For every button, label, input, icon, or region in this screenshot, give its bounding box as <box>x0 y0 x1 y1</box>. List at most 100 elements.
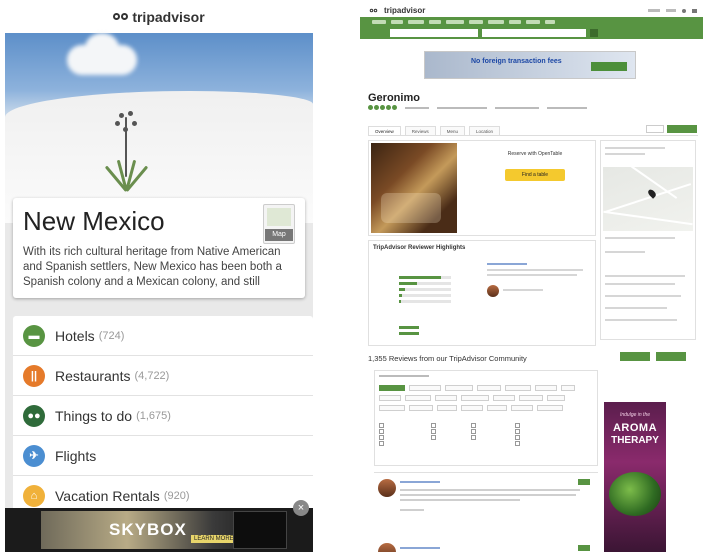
review-title[interactable] <box>400 481 440 483</box>
desktop-logo-text[interactable]: tripadvisor <box>384 6 425 15</box>
map-button[interactable]: Map <box>263 204 295 244</box>
save-button[interactable] <box>646 125 664 133</box>
filter-checkbox[interactable] <box>515 435 522 440</box>
filter-chip[interactable] <box>405 395 431 401</box>
filter-chip[interactable] <box>547 395 565 401</box>
category-restaurants[interactable]: || Restaurants (4,722) <box>13 356 313 396</box>
nav-item[interactable] <box>526 20 540 24</box>
tab-reviews[interactable]: Reviews <box>404 126 436 135</box>
location-map[interactable] <box>603 167 693 231</box>
close-icon[interactable]: × <box>293 500 309 516</box>
filter-checkbox[interactable] <box>515 423 522 428</box>
reviewer-name[interactable] <box>503 289 543 291</box>
filter-chip[interactable] <box>477 385 501 391</box>
skybox-ad[interactable]: SKYBOX LEARN MORE <box>41 511 287 549</box>
tab-overview[interactable]: Overview <box>368 126 401 135</box>
filter-chip[interactable] <box>379 385 405 391</box>
filter-chip[interactable] <box>519 395 543 401</box>
filter-checkbox[interactable] <box>471 429 478 434</box>
account-link-1[interactable] <box>648 8 660 12</box>
filter-chip[interactable] <box>493 395 515 401</box>
aroma-therapy-ad[interactable]: Indulge in the AROMA THERAPY <box>604 402 666 552</box>
nav-item[interactable] <box>509 20 521 24</box>
filter-chip[interactable] <box>505 385 531 391</box>
category-hotels[interactable]: ▬ Hotels (724) <box>13 316 313 356</box>
filter-checkbox[interactable] <box>471 423 478 428</box>
nav-item[interactable] <box>408 20 424 24</box>
filter-chip[interactable] <box>437 405 457 411</box>
ranking-link[interactable] <box>437 106 487 109</box>
category-flights[interactable]: ✈ Flights <box>13 436 313 476</box>
nav-item[interactable] <box>372 20 386 24</box>
review-title[interactable] <box>400 547 440 549</box>
nav-item[interactable] <box>429 20 441 24</box>
search-button[interactable] <box>590 29 598 37</box>
rating-bar-average[interactable] <box>375 287 451 291</box>
nav-item[interactable] <box>446 20 464 24</box>
filter-chip[interactable] <box>445 385 473 391</box>
contact-line[interactable] <box>605 237 675 239</box>
filter-chip[interactable] <box>487 405 507 411</box>
credit-card-ad[interactable]: No foreign transaction fees <box>424 51 636 79</box>
write-review-button[interactable] <box>667 125 697 133</box>
filter-chip[interactable] <box>561 385 575 391</box>
rating-bar-excellent[interactable] <box>375 275 451 279</box>
find-table-button[interactable]: Find a table <box>505 169 565 181</box>
review-text <box>400 499 520 501</box>
salad-image <box>609 472 661 516</box>
mobile-logo-text[interactable]: tripadvisor <box>132 9 204 25</box>
search-input[interactable] <box>482 29 586 37</box>
filter-chip[interactable] <box>435 395 457 401</box>
category-things-to-do[interactable]: ●● Things to do (1,675) <box>13 396 313 436</box>
bed-icon: ▬ <box>23 324 45 347</box>
reviewer-avatar[interactable] <box>378 543 396 552</box>
write-review-button-2[interactable] <box>620 352 650 361</box>
filter-chip[interactable] <box>461 395 489 401</box>
filter-chip[interactable] <box>461 405 483 411</box>
filter-checkbox[interactable] <box>379 429 386 434</box>
reviewer-avatar[interactable] <box>378 479 396 497</box>
filter-chip[interactable] <box>409 385 441 391</box>
review-count-link[interactable] <box>405 106 429 109</box>
category-label: Flights <box>55 447 97 464</box>
filter-chip[interactable] <box>537 405 563 411</box>
tab-location[interactable]: Location <box>469 126 501 135</box>
helpful-link[interactable] <box>400 509 424 511</box>
destination-card[interactable]: New Mexico With its rich cultural herita… <box>13 198 305 298</box>
nav-item[interactable] <box>545 20 555 24</box>
nav-item[interactable] <box>488 20 504 24</box>
user-icon[interactable] <box>682 8 686 13</box>
filter-checkbox[interactable] <box>379 441 386 446</box>
restaurant-photo[interactable] <box>371 143 457 233</box>
filter-chip[interactable] <box>511 405 533 411</box>
tab-menu[interactable]: Menu <box>439 126 466 135</box>
location-input[interactable] <box>390 29 478 37</box>
filter-checkbox[interactable] <box>379 423 386 428</box>
post-photos-button[interactable] <box>656 352 686 361</box>
filter-chip[interactable] <box>379 395 401 401</box>
category-count: (920) <box>163 489 190 502</box>
info-line <box>605 307 667 309</box>
filter-chip[interactable] <box>409 405 433 411</box>
filter-checkbox[interactable] <box>431 423 438 428</box>
rating-bar-poor[interactable] <box>375 293 451 297</box>
ad-cta-button[interactable] <box>591 62 627 71</box>
filter-checkbox[interactable] <box>431 429 438 434</box>
learn-more-button[interactable]: LEARN MORE <box>191 535 237 543</box>
filter-checkbox[interactable] <box>471 435 478 440</box>
mail-icon[interactable] <box>692 8 697 13</box>
nav-item[interactable] <box>469 20 483 24</box>
rating-bar-very-good[interactable] <box>375 281 451 285</box>
account-link-2[interactable] <box>666 8 676 12</box>
filter-checkbox[interactable] <box>515 429 522 434</box>
reviewer-avatar[interactable] <box>487 285 499 297</box>
filter-chip[interactable] <box>535 385 557 391</box>
nav-item[interactable] <box>391 20 403 24</box>
highlight-review[interactable] <box>487 263 591 303</box>
filter-checkbox[interactable] <box>379 435 386 440</box>
filter-checkbox[interactable] <box>431 435 438 440</box>
filter-chip[interactable] <box>379 405 405 411</box>
rating-bar-terrible[interactable] <box>375 299 451 303</box>
filter-checkbox[interactable] <box>515 441 522 446</box>
ad-banner[interactable]: SKYBOX LEARN MORE × <box>5 500 313 552</box>
